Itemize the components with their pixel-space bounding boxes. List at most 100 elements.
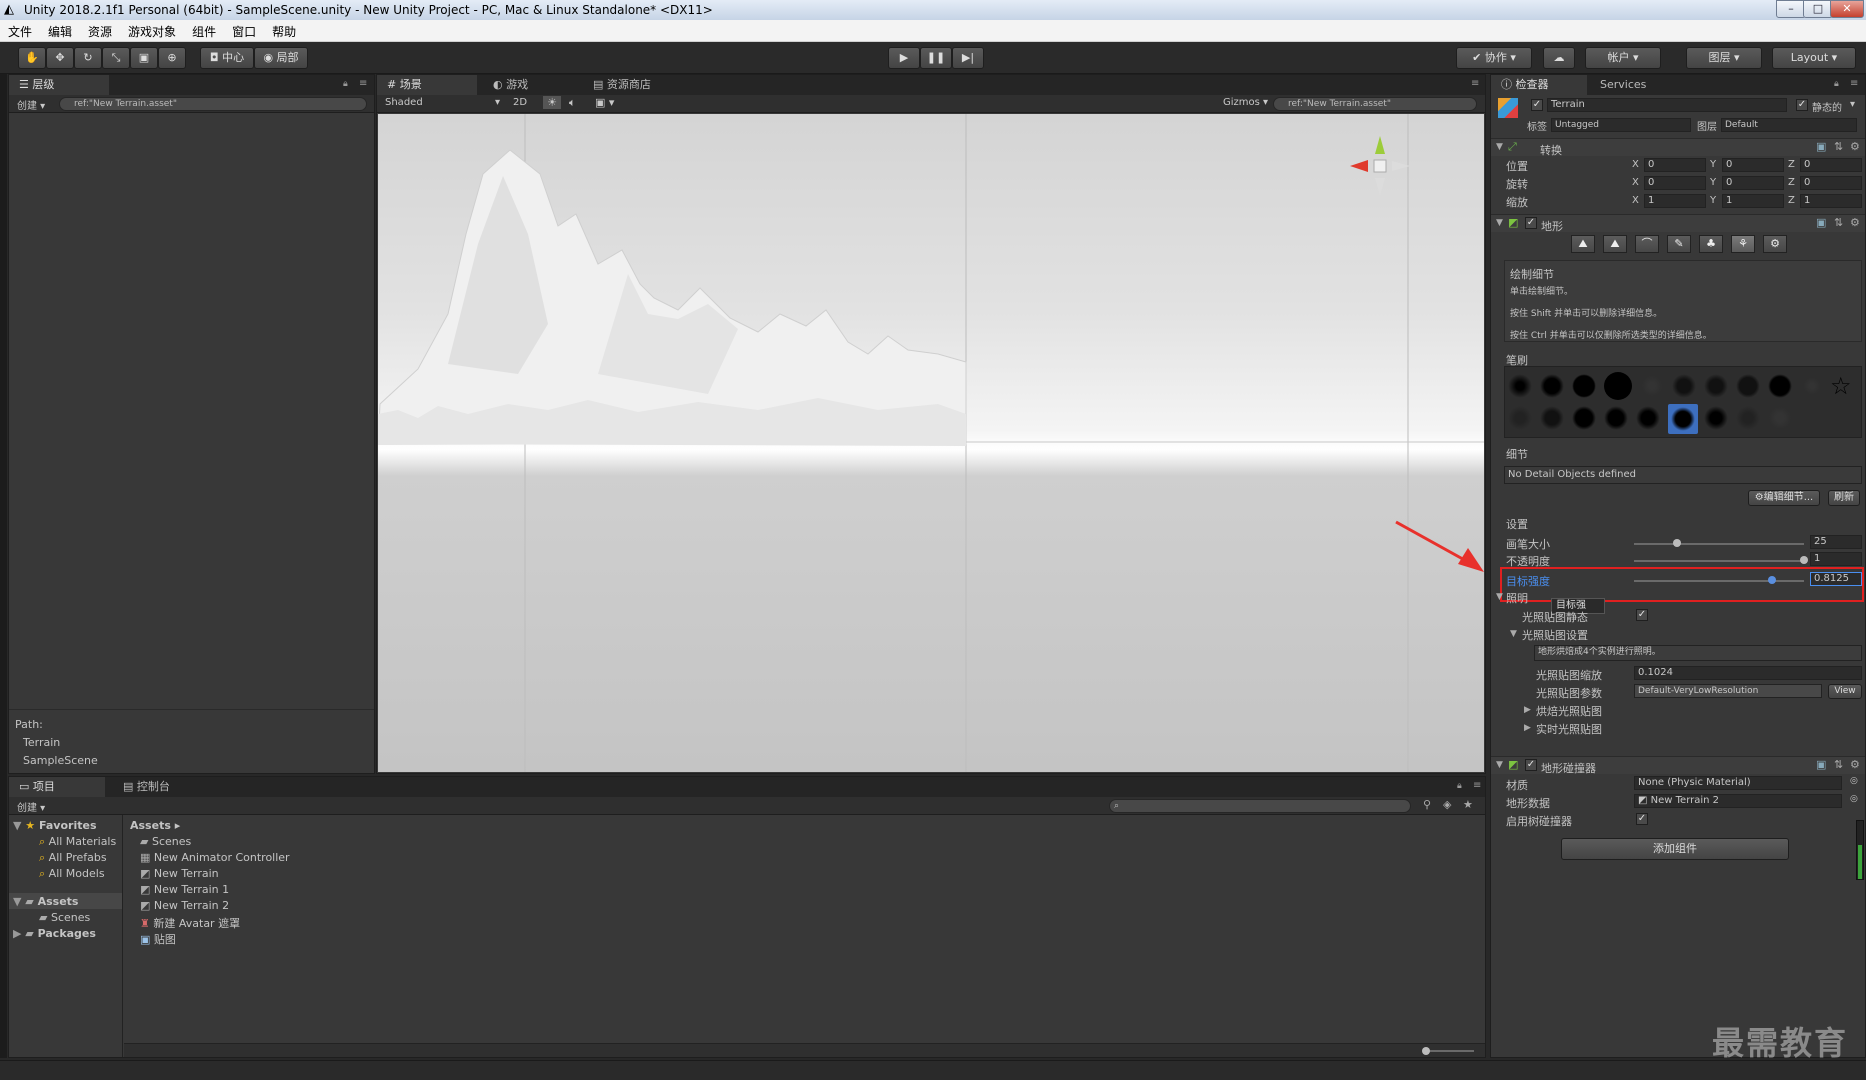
path-terrain[interactable]: Terrain — [23, 736, 60, 749]
transform-tool-button[interactable]: ⊕ — [158, 47, 186, 69]
terrain-asset-icon: ◩ — [140, 899, 151, 912]
filter-label-icon[interactable]: ◈ — [1443, 798, 1451, 811]
project-search-input[interactable]: ⌕ — [1109, 799, 1411, 813]
layout-dropdown[interactable]: Layout ▾ — [1772, 47, 1856, 69]
hierarchy-search-input[interactable]: ref:"New Terrain.asset" — [59, 97, 367, 111]
animator-icon: ▦ — [140, 851, 151, 864]
icon-size-knob[interactable] — [1422, 1047, 1430, 1055]
pacman-icon: ◐ — [493, 78, 507, 91]
pivot-icon: ◘ — [209, 51, 223, 64]
menu-window[interactable]: 窗口 — [224, 20, 264, 40]
menu-edit[interactable]: 编辑 — [40, 20, 80, 40]
list-item[interactable]: ▰ Scenes — [140, 835, 191, 848]
scene-panel: # 场景 ◐ 游戏 ▤ 资源商店 ≡ Shaded ▾ 2D ☀ 🔈︎ ▣ ▾ G… — [376, 74, 1486, 774]
scale-tool-button[interactable]: ⤡ — [102, 47, 130, 69]
menu-file[interactable]: 文件 — [0, 20, 40, 40]
search-icon: ⌕ — [39, 835, 46, 848]
pause-button[interactable]: ❚❚ — [920, 47, 952, 69]
list-item[interactable]: ▦ New Animator Controller — [140, 851, 290, 864]
global-icon: ◉ — [263, 51, 277, 64]
tab-project[interactable]: ▭ 项目 — [9, 777, 105, 797]
favorite-item[interactable]: ⌕ All Prefabs — [39, 851, 107, 865]
window-title: Unity 2018.2.1f1 Personal (64bit) - Samp… — [24, 3, 713, 17]
effects-dropdown-icon[interactable]: ▣ ▾ — [595, 96, 614, 109]
menu-component[interactable]: 组件 — [184, 20, 224, 40]
panel-menu-icon[interactable]: ≡ — [359, 78, 367, 89]
pivot-toggle[interactable]: ◘ 中心 — [200, 47, 254, 69]
lock-icon[interactable]: 🔒︎ — [343, 79, 348, 89]
scene-search-input[interactable]: ref:"New Terrain.asset" — [1273, 97, 1477, 111]
favorite-item[interactable]: ⌕ All Models — [39, 867, 105, 881]
search-icon: ⌕ — [39, 867, 46, 880]
hierarchy-panel: ☰ 层级 🔒︎ ≡ 创建 ▾ ref:"New Terrain.asset" P… — [8, 74, 375, 774]
lighting-toggle-icon[interactable]: ☀ — [543, 96, 561, 109]
hand-tool-button[interactable]: ✋ — [18, 47, 46, 69]
terrain-asset-icon: ◩ — [140, 867, 151, 880]
rect-tool-button[interactable]: ▣ — [130, 47, 158, 69]
list-item[interactable]: ▣ 贴图 — [140, 931, 176, 947]
folder-icon: ▰ — [25, 895, 34, 908]
lock-icon[interactable]: 🔒︎ — [1457, 781, 1462, 791]
tab-game[interactable]: ◐ 游戏 — [483, 75, 573, 95]
folder-icon: ▰ — [25, 927, 34, 940]
menu-help[interactable]: 帮助 — [264, 20, 304, 40]
folder-icon: ▰ — [140, 835, 149, 848]
store-icon: ▤ — [593, 78, 607, 91]
close-button[interactable]: ✕ — [1830, 0, 1864, 18]
panel-menu-icon[interactable]: ≡ — [1471, 78, 1479, 89]
check-icon: ✔ — [1472, 51, 1485, 64]
maximize-button[interactable]: □ — [1803, 0, 1833, 18]
create-dropdown[interactable]: 创建 ▾ — [17, 97, 45, 112]
account-dropdown[interactable]: 帐户 ▾ — [1585, 47, 1661, 69]
list-icon: ☰ — [19, 78, 33, 91]
folder-icon: ▰ — [39, 911, 48, 924]
shading-mode-dropdown[interactable]: Shaded ▾ — [385, 97, 500, 108]
space-toggle[interactable]: ◉ 局部 — [254, 47, 308, 69]
title-bar: ◭ Unity 2018.2.1f1 Personal (64bit) - Sa… — [0, 0, 1866, 20]
list-item[interactable]: ◩ New Terrain 2 — [140, 899, 229, 912]
list-item[interactable]: ◩ New Terrain 1 — [140, 883, 229, 896]
move-tool-button[interactable]: ✥ — [46, 47, 74, 69]
status-bar — [0, 1060, 1866, 1080]
star-icon: ★ — [25, 819, 36, 832]
project-file-list: Assets ▸ ▰ Scenes ▦ New Animator Control… — [124, 815, 1485, 1043]
inspector-panel — [1490, 74, 1866, 1058]
menu-gameobject[interactable]: 游戏对象 — [120, 20, 184, 40]
avatar-mask-icon: ♜ — [140, 917, 150, 930]
packages-node[interactable]: ▶ ▰ Packages — [13, 927, 96, 940]
panel-menu-icon[interactable]: ≡ — [1473, 780, 1481, 791]
assets-node[interactable]: ▼ ▰ Assets — [13, 895, 78, 908]
cloud-button[interactable]: ☁ — [1543, 47, 1575, 69]
texture-icon: ▣ — [140, 933, 151, 946]
audio-toggle-icon[interactable]: 🔈︎ — [569, 96, 576, 110]
tab-asset-store[interactable]: ▤ 资源商店 — [583, 75, 693, 95]
favorite-item[interactable]: ⌕ All Materials — [39, 835, 116, 849]
unity-logo-icon: ◭ — [4, 2, 14, 17]
minimize-button[interactable]: – — [1776, 0, 1806, 18]
favorite-star-icon[interactable]: ★ — [1463, 798, 1473, 811]
project-footer — [124, 1043, 1485, 1057]
project-tree: ▼ ★ Favorites ⌕ All Materials ⌕ All Pref… — [9, 815, 123, 1057]
gizmos-dropdown[interactable]: Gizmos ▾ — [1223, 97, 1268, 108]
breadcrumb[interactable]: Assets ▸ — [130, 819, 180, 832]
layers-dropdown[interactable]: 图层 ▾ — [1686, 47, 1762, 69]
rotate-tool-button[interactable]: ↻ — [74, 47, 102, 69]
icon-size-slider[interactable] — [1424, 1050, 1474, 1052]
scene-viewport[interactable] — [378, 114, 1484, 772]
tab-hierarchy[interactable]: ☰ 层级 — [9, 75, 109, 95]
path-scene[interactable]: SampleScene — [23, 754, 98, 767]
menu-assets[interactable]: 资源 — [80, 20, 120, 40]
play-button[interactable]: ▶ — [888, 47, 920, 69]
list-item[interactable]: ♜ 新建 Avatar 遮罩 — [140, 915, 240, 931]
step-button[interactable]: ▶| — [952, 47, 984, 69]
filter-type-icon[interactable]: ⚲ — [1423, 798, 1431, 811]
list-item[interactable]: ◩ New Terrain — [140, 867, 219, 880]
tab-console[interactable]: ▤ 控制台 — [113, 777, 209, 797]
collab-dropdown[interactable]: ✔ 协作 ▾ — [1456, 47, 1532, 69]
create-dropdown[interactable]: 创建 ▾ — [17, 799, 45, 814]
tab-scene[interactable]: # 场景 — [377, 75, 477, 95]
folder-scenes-node[interactable]: ▰ Scenes — [39, 911, 90, 924]
unity-editor-window: ◭ Unity 2018.2.1f1 Personal (64bit) - Sa… — [0, 0, 1866, 1080]
favorites-node[interactable]: ▼ ★ Favorites — [13, 819, 97, 832]
2d-toggle[interactable]: 2D — [513, 97, 527, 108]
